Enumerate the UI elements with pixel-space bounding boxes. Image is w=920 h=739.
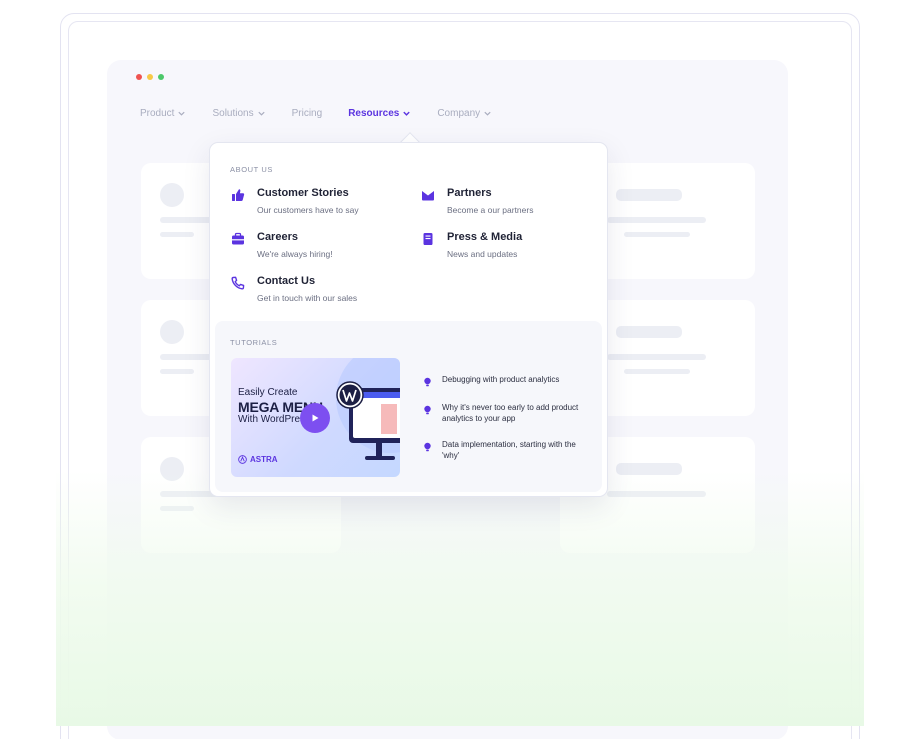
nav-product-label: Product [140, 108, 175, 119]
lightbulb-icon [424, 377, 431, 387]
envelope-icon [422, 191, 434, 201]
nav-resources[interactable]: Resources [348, 108, 411, 119]
briefcase-icon [232, 232, 244, 245]
skeleton-line [607, 217, 706, 223]
nav-company-label: Company [437, 108, 481, 119]
lightbulb-icon [424, 442, 431, 452]
skeleton-avatar [160, 320, 184, 344]
nav-resources-label: Resources [348, 108, 400, 119]
chevron-down-icon [484, 111, 491, 116]
nav-solutions[interactable]: Solutions [212, 108, 265, 119]
skeleton-avatar [160, 183, 184, 207]
astra-brand: ASTRA [238, 455, 278, 464]
nav-solutions-label: Solutions [212, 108, 254, 119]
maximize-dot[interactable] [158, 74, 164, 80]
tutorials-section: TUTORIALS Easily Create MEGA MENU With W… [215, 321, 602, 492]
tutorial-link-text: Why it's never too early to add product … [442, 403, 579, 423]
skeleton-line [624, 369, 690, 374]
menu-item-subtitle: Become a our partners [447, 205, 534, 215]
menu-item-partners[interactable]: Partners Become a our partners [421, 187, 533, 215]
skeleton-line [616, 326, 682, 338]
menu-item-subtitle: Get in touch with our sales [257, 293, 358, 303]
skeleton-line [624, 232, 690, 237]
video-thumbnail[interactable]: Easily Create MEGA MENU With WordPress A… [231, 358, 400, 477]
menu-item-subtitle: News and updates [447, 249, 518, 259]
chevron-down-icon [257, 111, 265, 116]
nav-pricing[interactable]: Pricing [292, 108, 323, 119]
skeleton-line [160, 232, 194, 237]
tutorials-label: TUTORIALS [230, 338, 278, 347]
menu-item-subtitle: We're always hiring! [257, 249, 333, 259]
top-nav: Product Solutions Pricing Resources Comp… [140, 108, 518, 119]
tutorial-link-2[interactable]: Why it's never too early to add product … [423, 402, 582, 424]
menu-item-title: Press & Media [447, 231, 523, 243]
menu-item-title: Careers [257, 231, 298, 243]
menu-item-title: Partners [447, 187, 492, 199]
astra-brand-text: ASTRA [250, 455, 278, 464]
minimize-dot[interactable] [147, 74, 153, 80]
chevron-down-icon [178, 111, 186, 116]
close-dot[interactable] [136, 74, 142, 80]
skeleton-line [160, 369, 194, 374]
thumbs-up-icon [232, 189, 245, 201]
nav-product[interactable]: Product [140, 108, 186, 119]
skeleton-line [616, 189, 682, 201]
menu-item-customer-stories[interactable]: Customer Stories Our customers have to s… [231, 187, 359, 215]
about-us-label: ABOUT US [230, 165, 274, 174]
menu-item-contact-us[interactable]: Contact Us Get in touch with our sales [231, 275, 357, 303]
resources-mega-menu: ABOUT US Customer Stories Our customers … [209, 142, 608, 497]
document-icon [423, 233, 433, 245]
tutorial-link-3[interactable]: Data implementation, starting with the '… [423, 439, 582, 461]
menu-item-careers[interactable]: Careers We're always hiring! [231, 231, 333, 259]
tutorial-link-1[interactable]: Debugging with product analytics [423, 374, 582, 387]
wordpress-logo-icon [336, 381, 364, 409]
video-title-line1: Easily Create [238, 387, 298, 398]
menu-item-title: Customer Stories [257, 187, 349, 199]
menu-item-press-media[interactable]: Press & Media News and updates [421, 231, 522, 259]
window-controls [136, 74, 164, 80]
nav-pricing-label: Pricing [291, 108, 323, 119]
chevron-down-icon [403, 111, 411, 116]
menu-item-subtitle: Our customers have to say [257, 205, 359, 215]
astra-logo-icon [238, 455, 247, 464]
skeleton-line [607, 354, 706, 360]
menu-item-title: Contact Us [257, 275, 316, 287]
green-gradient-overlay [56, 470, 864, 726]
lightbulb-icon [424, 405, 431, 415]
phone-icon [231, 276, 245, 290]
nav-company[interactable]: Company [437, 108, 492, 119]
tutorial-link-text: Data implementation, starting with the '… [442, 440, 576, 460]
play-icon [312, 414, 319, 422]
play-button[interactable] [300, 403, 330, 433]
tutorial-link-text: Debugging with product analytics [442, 375, 560, 384]
